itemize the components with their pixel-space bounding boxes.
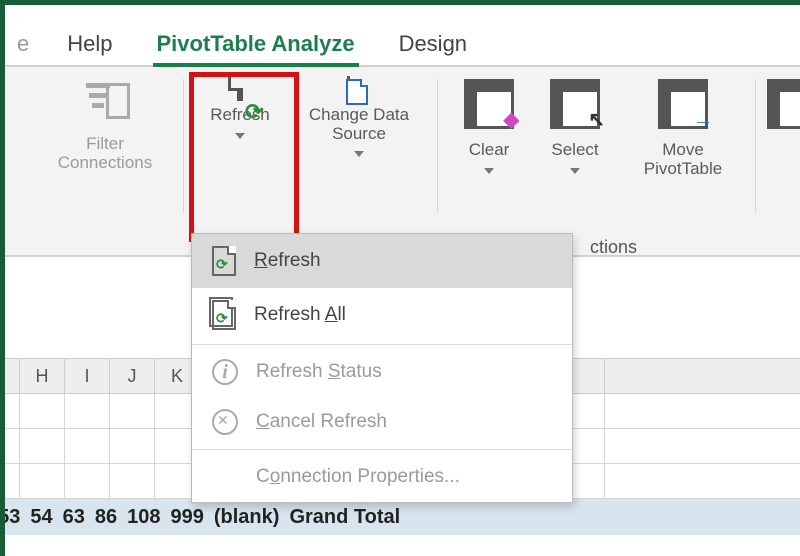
chevron-down-icon <box>354 151 364 157</box>
filter-connections-icon <box>80 79 130 123</box>
select-icon: ↖ <box>550 79 600 129</box>
move-pivottable-button[interactable]: → Move PivotTable <box>623 79 743 179</box>
grand-total-value: Grand Total <box>289 506 400 529</box>
menu-separator <box>192 344 572 345</box>
group-label-actions-fragment: ctions <box>590 237 637 258</box>
refresh-icon: ⟳ <box>237 79 243 99</box>
cell[interactable] <box>0 429 20 463</box>
ribbon-separator <box>755 79 756 213</box>
menu-separator <box>192 449 572 450</box>
menu-connection-properties: Connection Properties... <box>192 452 572 502</box>
cell[interactable] <box>20 429 65 463</box>
menu-label: Refresh <box>254 250 321 272</box>
cell[interactable] <box>0 394 20 428</box>
cell[interactable] <box>20 464 65 498</box>
change-data-source-icon <box>356 79 362 99</box>
refresh-icon: ⟳ <box>212 246 236 276</box>
tab-pivottable-analyze[interactable]: PivotTable Analyze <box>153 31 359 67</box>
ribbon: Filter Connections ⟳ Refresh Change Data… <box>5 67 800 257</box>
menu-label: Cancel Refresh <box>256 411 387 433</box>
menu-refresh-all[interactable]: ⟳ Refresh All <box>192 288 572 342</box>
menu-refresh-status: i Refresh Status <box>192 347 572 397</box>
chevron-down-icon <box>235 133 245 139</box>
stub-icon <box>767 79 800 129</box>
filter-connections-label: Filter Connections <box>35 134 175 173</box>
ribbon-rightstub[interactable] <box>767 79 800 134</box>
grand-total-value: 108 <box>127 506 160 529</box>
grand-total-value: 999 <box>171 506 204 529</box>
chevron-down-icon <box>570 168 580 174</box>
cell[interactable] <box>110 429 155 463</box>
column-header[interactable] <box>0 359 20 393</box>
info-icon: i <box>212 359 238 385</box>
grand-total-value: 86 <box>95 506 117 529</box>
cell[interactable] <box>65 429 110 463</box>
clear-icon: ◆ <box>464 79 514 129</box>
tab-fragment-left: eHelp <box>13 31 117 65</box>
clear-label: Clear <box>453 140 525 160</box>
grand-total-value: 54 <box>30 506 52 529</box>
move-pivottable-icon: → <box>658 79 708 129</box>
cell[interactable] <box>65 464 110 498</box>
chevron-down-icon <box>484 168 494 174</box>
tab-design[interactable]: Design <box>395 31 471 65</box>
column-header[interactable]: H <box>20 359 65 393</box>
select-label: Select <box>535 140 615 160</box>
cell[interactable] <box>65 394 110 428</box>
grand-total-value: 63 <box>63 506 85 529</box>
refresh-all-icon: ⟳ <box>212 300 236 330</box>
cell[interactable] <box>20 394 65 428</box>
change-data-source-button[interactable]: Change Data Source <box>289 79 429 163</box>
menu-label: Connection Properties... <box>256 466 460 488</box>
cell[interactable] <box>110 464 155 498</box>
menu-refresh[interactable]: ⟳ Refresh <box>192 234 572 288</box>
grand-total-value: 53 <box>0 506 20 529</box>
tab-help[interactable]: Help <box>67 31 112 56</box>
grand-total-row[interactable]: 253546386108999(blank)Grand Total <box>0 499 800 535</box>
menu-label: Refresh Status <box>256 361 382 383</box>
refresh-label: Refresh <box>197 105 283 125</box>
cancel-icon <box>212 409 238 435</box>
ribbon-tabs: eHelp PivotTable Analyze Design <box>5 5 800 67</box>
refresh-split-button[interactable]: ⟳ Refresh <box>197 79 283 144</box>
ribbon-separator <box>183 79 184 213</box>
grand-total-value: (blank) <box>214 506 280 529</box>
column-header[interactable]: I <box>65 359 110 393</box>
column-header[interactable]: J <box>110 359 155 393</box>
cell[interactable] <box>110 394 155 428</box>
menu-cancel-refresh: Cancel Refresh <box>192 397 572 447</box>
ribbon-separator <box>437 79 438 213</box>
clear-button[interactable]: ◆ Clear <box>453 79 525 179</box>
change-data-source-label: Change Data Source <box>289 105 429 144</box>
refresh-dropdown-menu: ⟳ Refresh ⟳ Refresh All i Refresh Status… <box>191 233 573 503</box>
select-button[interactable]: ↖ Select <box>535 79 615 179</box>
blank-icon <box>212 464 238 490</box>
menu-label: Refresh All <box>254 304 346 326</box>
cell[interactable] <box>0 464 20 498</box>
move-pivottable-label: Move PivotTable <box>623 140 743 179</box>
filter-connections-button: Filter Connections <box>35 79 175 173</box>
